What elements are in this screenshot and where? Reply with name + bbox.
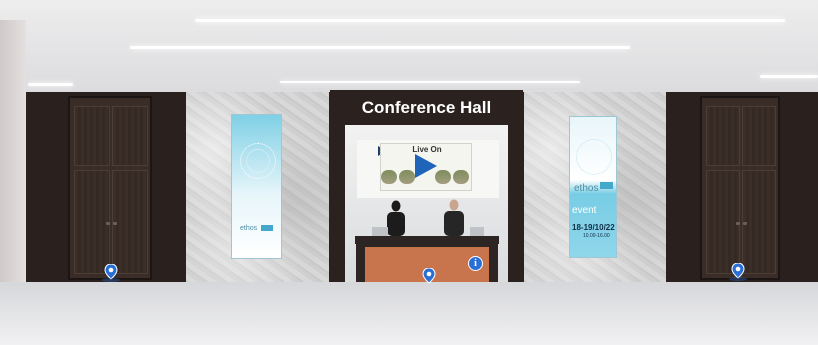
- door-panel: [74, 106, 110, 166]
- left-poster[interactable]: ethos: [231, 114, 282, 259]
- desk-laptop: [372, 227, 388, 236]
- location-pin-icon[interactable]: [422, 268, 436, 284]
- screen-thumbnail: [381, 170, 397, 184]
- poster-brand-tag: [261, 225, 273, 231]
- conference-hall-scene: ethos Conference Hall Live On ethos even…: [0, 0, 818, 345]
- presenter-right: [444, 199, 464, 236]
- ceiling-light: [130, 46, 630, 49]
- screen-thumbnail: [453, 170, 469, 184]
- live-on-logo: Live On: [412, 145, 442, 154]
- door-panel: [112, 106, 148, 166]
- poster-graphic: [246, 149, 270, 173]
- hotspot-shadow: [102, 278, 120, 282]
- hall-title: Conference Hall: [361, 98, 492, 117]
- door-handle: [113, 222, 117, 225]
- desk-laptop: [470, 227, 484, 236]
- ceiling-light: [760, 75, 818, 78]
- screen-thumbnail: [399, 170, 415, 184]
- poster-brand-logo: ethos: [574, 183, 599, 194]
- reception-desk-top: [355, 236, 499, 244]
- poster-brand-logo: ethos: [240, 225, 258, 232]
- info-icon[interactable]: i: [468, 256, 483, 271]
- door-panel: [112, 170, 148, 274]
- event-dates: 18-19/10/22: [572, 223, 615, 232]
- ceiling-light: [280, 81, 580, 83]
- door-handle: [106, 222, 110, 225]
- door-handle: [743, 222, 747, 225]
- event-label: event: [572, 205, 597, 216]
- ceiling: [0, 0, 818, 92]
- left-door: [68, 96, 152, 280]
- ceiling-light: [195, 19, 785, 22]
- hotspot-shadow: [729, 277, 747, 281]
- door-panel: [742, 106, 776, 166]
- ceiling-light: [28, 83, 73, 86]
- door-panel: [742, 170, 776, 274]
- poster-graphic: [576, 139, 612, 175]
- right-door: [700, 96, 780, 280]
- door-handle: [736, 222, 740, 225]
- poster-brand-tag: [600, 182, 613, 189]
- door-panel: [706, 170, 740, 274]
- screen-thumbnail: [435, 170, 451, 184]
- floor: [0, 282, 818, 345]
- play-button-icon[interactable]: [415, 154, 437, 178]
- door-panel: [74, 170, 110, 274]
- door-panel: [706, 106, 740, 166]
- event-time: 10.00-16.00: [583, 233, 610, 239]
